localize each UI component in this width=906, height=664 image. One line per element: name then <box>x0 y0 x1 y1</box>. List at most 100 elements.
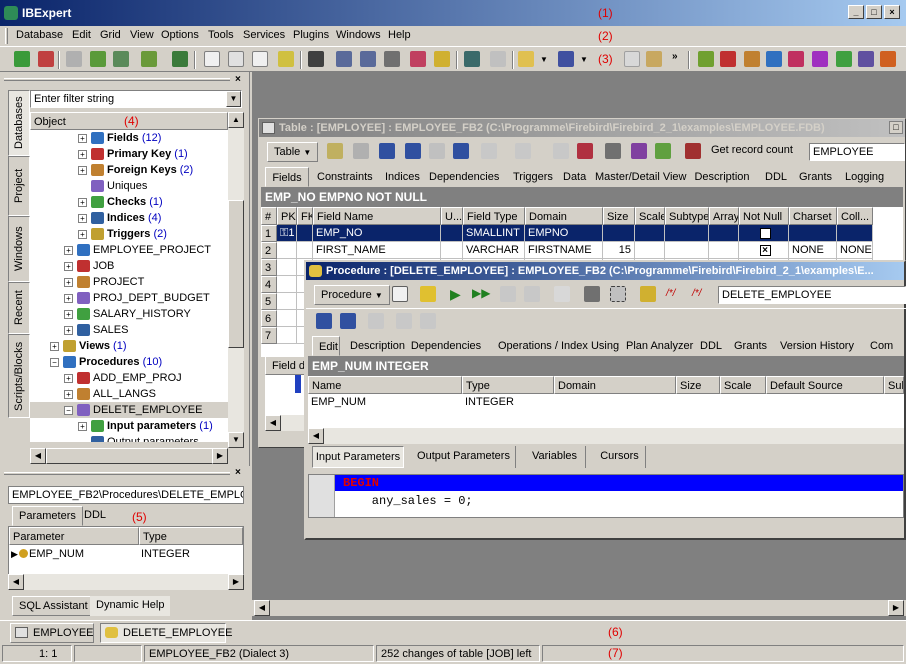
tree-item[interactable]: + Foreign Keys (2) <box>30 162 228 178</box>
maximize-button[interactable]: □ <box>866 5 882 19</box>
reconnect-icon[interactable] <box>113 51 129 67</box>
copy-icon[interactable] <box>624 51 640 67</box>
not-null-checkbox[interactable]: × <box>759 228 771 239</box>
tree-item[interactable]: + SALES <box>30 322 228 338</box>
tree-item[interactable]: + EMPLOYEE_PROJECT <box>30 242 228 258</box>
proc-col-header[interactable]: Scale <box>720 376 766 394</box>
new-procedure-icon[interactable] <box>766 51 782 67</box>
table-action-icon-3[interactable] <box>405 143 421 159</box>
tree-item[interactable]: − DELETE_EMPLOYEE <box>30 402 228 418</box>
fields-col-header[interactable]: PK <box>277 207 297 225</box>
not-null-checkbox[interactable]: × <box>759 245 771 256</box>
proc-tab[interactable]: Edit <box>312 336 340 356</box>
menu-windows[interactable]: Windows <box>336 29 381 41</box>
proc-print-icon[interactable] <box>584 286 600 302</box>
fields-col-header[interactable]: # <box>261 207 277 225</box>
proc-step-icon[interactable]: ▶▶ <box>472 286 490 300</box>
proc-rollback-icon[interactable] <box>524 286 540 302</box>
scroll-up-icon[interactable]: ▲ <box>228 112 244 128</box>
table-tab[interactable]: Logging <box>839 167 885 187</box>
blob-viewer-icon[interactable] <box>464 51 480 67</box>
table-action-icon-9[interactable] <box>655 143 671 159</box>
proc-tab[interactable]: Com <box>864 336 894 356</box>
fields-col-header[interactable]: Size <box>603 207 635 225</box>
param-tab[interactable]: Input Parameters <box>312 446 404 468</box>
table-action-icon-2[interactable] <box>379 143 395 159</box>
table-tab[interactable]: Indices <box>379 167 421 187</box>
tree-scroll-thumb[interactable] <box>228 200 244 348</box>
app-title-bar[interactable]: IBExpert (1) _ □ × <box>0 0 906 26</box>
export-data-icon[interactable] <box>336 51 352 67</box>
tree-expand-icon[interactable]: + <box>50 341 59 351</box>
tree-expand-icon[interactable]: + <box>78 133 87 143</box>
open-dropdown-icon[interactable]: ▼ <box>540 55 548 64</box>
fields-col-header[interactable]: Field Type <box>463 207 525 225</box>
menu-plugins[interactable]: Plugins <box>293 29 329 41</box>
table-window-title[interactable]: Table : [EMPLOYEE] : EMPLOYEE_FB2 (C:\Pr… <box>259 119 905 137</box>
side-tab-databases[interactable]: Databases <box>8 90 30 156</box>
proc-tab[interactable]: Dependencies <box>404 336 488 356</box>
props-tab-parameters[interactable]: Parameters <box>12 506 83 526</box>
tree-expand-icon[interactable]: + <box>78 229 87 239</box>
commit-icon[interactable] <box>481 143 497 159</box>
query-builder-icon[interactable] <box>278 51 294 67</box>
tab-sql-assistant[interactable]: SQL Assistant <box>12 596 95 616</box>
fields-col-header[interactable]: U... <box>441 207 463 225</box>
proc-tab[interactable]: DDL <box>694 336 724 356</box>
proc-scrollbar-h[interactable]: ◀ <box>308 428 904 444</box>
side-tab-recent[interactable]: Recent <box>8 282 30 334</box>
proc-action-icon-1[interactable] <box>554 286 570 302</box>
open-folder-icon[interactable] <box>518 51 534 67</box>
table-action-icon-4[interactable] <box>429 143 445 159</box>
import-data-icon[interactable] <box>360 51 376 67</box>
fields-col-header[interactable]: Subtype <box>665 207 709 225</box>
menu-tools[interactable]: Tools <box>208 29 234 41</box>
table-tab[interactable]: Master/Detail View <box>589 167 687 187</box>
new-udf-icon[interactable] <box>858 51 874 67</box>
tree-expand-icon[interactable]: + <box>78 149 87 159</box>
table-tab[interactable]: Constraints <box>311 167 377 187</box>
proc-action-icon-5[interactable] <box>396 313 412 329</box>
fields-row[interactable]: 2 FIRST_NAME VARCHAR FIRSTNAME 15 × NONE NONE <box>261 242 903 259</box>
proc-compile-icon[interactable] <box>420 286 436 302</box>
rollback-icon[interactable] <box>515 143 531 159</box>
new-script-icon[interactable] <box>228 51 244 67</box>
params-row[interactable]: ▶ EMP_NUM INTEGER <box>9 546 243 562</box>
tree-expand-icon[interactable]: + <box>78 213 87 223</box>
table-window-max-button[interactable]: □ <box>889 121 903 134</box>
table-tab[interactable]: Description <box>687 167 757 187</box>
scroll-left-icon[interactable]: ◀ <box>30 448 46 464</box>
proc-col-header[interactable]: Type <box>462 376 554 394</box>
tree-expand-icon[interactable]: + <box>78 165 87 175</box>
fields-col-header[interactable]: Field Name <box>313 207 441 225</box>
tree-expand-icon[interactable]: + <box>64 245 73 255</box>
proc-name-combo[interactable]: DELETE_EMPLOYEE <box>718 286 906 304</box>
proc-select-icon[interactable] <box>610 286 626 302</box>
menu-options[interactable]: Options <box>161 29 199 41</box>
proc-action-icon-4[interactable] <box>368 313 384 329</box>
tree-item[interactable]: + Views (1) <box>30 338 228 354</box>
fields-row[interactable]: 1 ⚿1 EMP_NO SMALLINT EMPNO × <box>261 225 903 242</box>
table-tab[interactable]: Data <box>557 167 587 187</box>
fields-col-header[interactable]: FK <box>297 207 313 225</box>
tree-item[interactable]: + Fields (12) <box>30 130 228 146</box>
side-tab-scripts[interactable]: Scripts/Blocks <box>8 334 30 418</box>
scroll-right-icon[interactable]: ▶ <box>212 448 228 464</box>
tree-expand-icon[interactable]: − <box>50 357 59 367</box>
tree-expand-icon[interactable]: + <box>64 261 73 271</box>
tree-item[interactable]: + Checks (1) <box>30 194 228 210</box>
tree-item[interactable]: + ALL_LANGS <box>30 386 228 402</box>
extract-metadata-icon[interactable] <box>308 51 324 67</box>
table-action-icon-10[interactable] <box>685 143 701 159</box>
tree-scrollbar-h[interactable]: ◀ ▶ <box>30 448 228 464</box>
unregister-db-icon[interactable] <box>38 51 54 67</box>
proc-action-icon-6[interactable] <box>420 313 436 329</box>
params-col-type[interactable]: Type <box>139 527 243 545</box>
proc-tab[interactable]: Grants <box>728 336 770 356</box>
table-name-combo[interactable]: EMPLOYEE <box>809 143 905 161</box>
menu-view[interactable]: View <box>130 29 154 41</box>
tab-dynamic-help[interactable]: Dynamic Help <box>90 596 171 616</box>
fields-col-header[interactable]: Charset <box>789 207 837 225</box>
tree-item[interactable]: Uniques <box>30 178 228 194</box>
tree-expand-icon[interactable]: + <box>78 197 87 207</box>
